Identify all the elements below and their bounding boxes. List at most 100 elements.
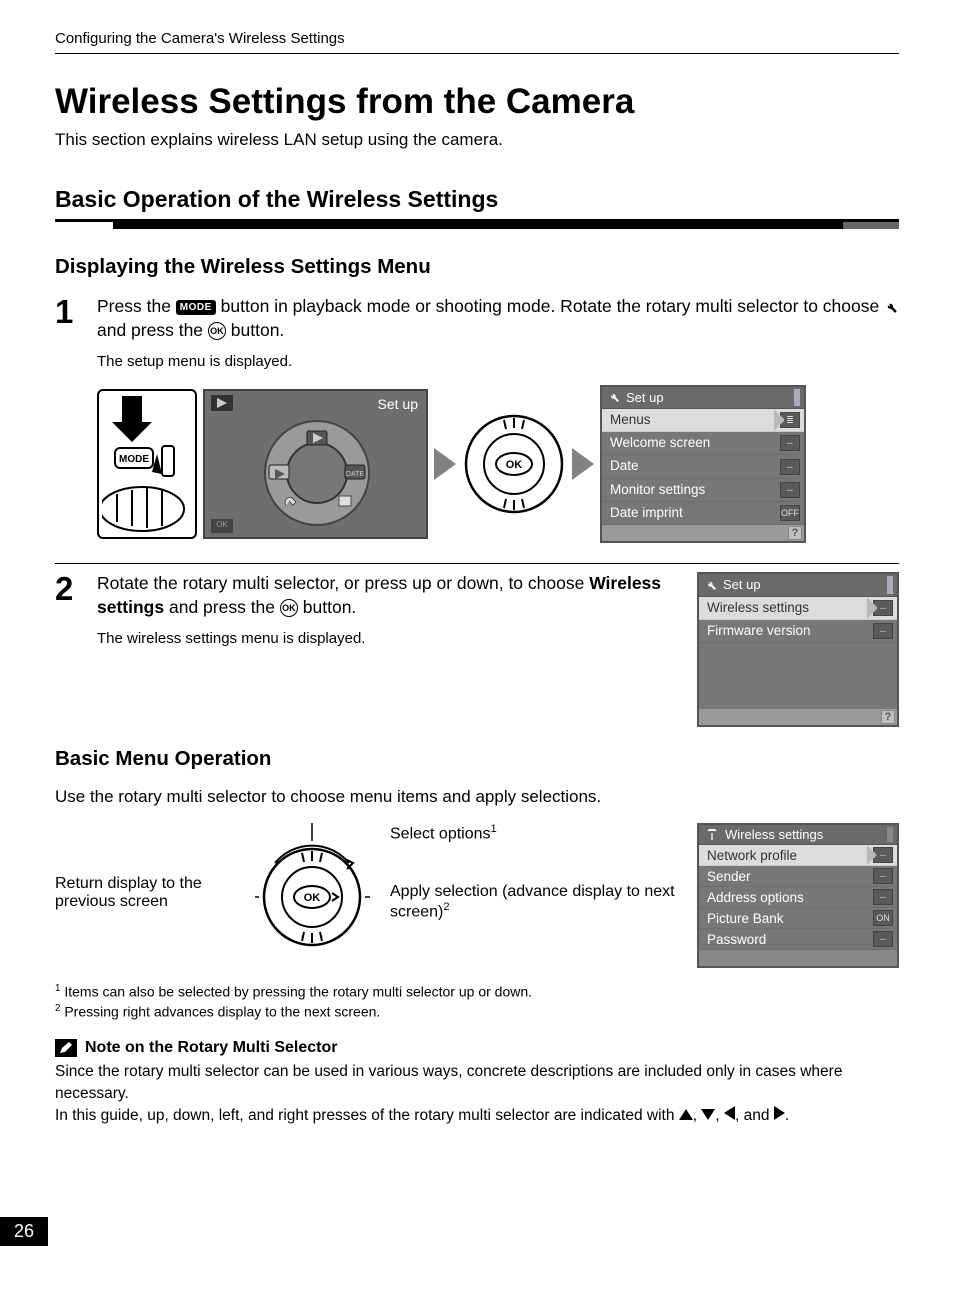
page-number: 26: [0, 1217, 48, 1246]
menu-item-date: Date --: [602, 455, 804, 478]
menu-badge: OFF: [780, 505, 800, 521]
lcd-footer: [699, 950, 897, 966]
lcd-title: Set up: [723, 576, 761, 594]
menu-item-network-profile: Network profile --: [699, 845, 897, 866]
menu-badge: --: [780, 435, 800, 451]
t: , and: [735, 1107, 774, 1124]
antenna-icon: [705, 829, 719, 841]
t: .: [785, 1107, 789, 1124]
menu-item-password: Password --: [699, 929, 897, 950]
arrow-right-icon: [572, 448, 594, 480]
camera-mode-illustration: MODE: [97, 389, 197, 539]
lcd-title-bar: Set up: [699, 574, 897, 597]
menu-label: Date: [610, 457, 639, 475]
footnote-mark: 2: [55, 1003, 60, 1014]
menu-label: Menus: [610, 411, 651, 429]
bmo-label-top: Select options1: [390, 823, 677, 843]
menu-item-picture-bank: Picture Bank ON: [699, 908, 897, 929]
menu-label: Password: [707, 932, 766, 947]
pencil-note-icon: [55, 1039, 77, 1057]
menu-item-firmware: Firmware version --: [699, 620, 897, 643]
bmo-label-left: Return display to the previous screen: [55, 823, 235, 911]
step-number: 1: [55, 295, 97, 551]
step1-text-d: button.: [231, 320, 285, 340]
menu-label: Network profile: [707, 848, 797, 863]
lcd-title-bar: Wireless settings: [699, 825, 897, 845]
rotary-dial-labeled: OK: [255, 823, 370, 953]
lcd-title: Wireless settings: [725, 827, 823, 842]
step-number: 2: [55, 572, 97, 727]
ok-hint-icon: OK: [211, 519, 233, 533]
menu-label: Picture Bank: [707, 911, 784, 926]
menu-item-monitor: Monitor settings--: [602, 479, 804, 502]
menu-label: Welcome screen: [610, 434, 710, 452]
step-1: 1 Press the MODE button in playback mode…: [55, 295, 899, 564]
wrench-icon: [705, 579, 717, 591]
svg-text:OK: OK: [304, 892, 321, 904]
step1-text-a: Press the: [97, 296, 176, 316]
menu-label: Firmware version: [707, 622, 811, 640]
t: ,: [693, 1107, 702, 1124]
step-2: 2 Rotate the rotary multi selector, or p…: [55, 572, 899, 739]
menu-badge: --: [873, 931, 893, 947]
ok-button-icon: OK: [280, 599, 298, 617]
menu-badge: --: [780, 459, 800, 475]
help-icon: ?: [788, 526, 802, 540]
setup-menu-screen: Set up Menus ≣ Welcome screen -- Date -- Mo…: [600, 385, 806, 544]
footnote-mark: 1: [55, 983, 60, 994]
menu-item-date-imprint: Date imprint OFF: [602, 502, 804, 525]
triangle-down-icon: [701, 1109, 715, 1120]
heading-rule: [55, 219, 899, 229]
menu-item-menus: Menus ≣: [602, 409, 804, 432]
subsection-heading-display-menu: Displaying the Wireless Settings Menu: [55, 255, 899, 279]
svg-text:MODE: MODE: [119, 454, 149, 465]
footnotes: 1 Items can also be selected by pressing…: [55, 982, 899, 1021]
page-title: Wireless Settings from the Camera: [55, 82, 899, 122]
note-body: Since the rotary multi selector can be u…: [55, 1061, 899, 1126]
mode-button-icon: MODE: [176, 300, 216, 316]
subsection-heading-basic-menu: Basic Menu Operation: [55, 747, 899, 771]
menu-label: Monitor settings: [610, 481, 705, 499]
menu-label: Sender: [707, 869, 751, 884]
ok-button-icon: OK: [208, 322, 226, 340]
menu-badge: --: [873, 868, 893, 884]
menu-badge: ON: [873, 910, 893, 926]
menu-label: Date imprint: [610, 504, 683, 522]
wrench-icon: [608, 391, 620, 403]
mode-dial-screen: Set up DATE OK: [203, 389, 428, 539]
step2-text-a: Rotate the rotary multi selector, or pre…: [97, 573, 589, 593]
step1-subtext: The setup menu is displayed.: [97, 352, 899, 372]
wrench-icon: [884, 300, 898, 314]
triangle-left-icon: [724, 1106, 735, 1120]
menu-badge: --: [873, 623, 893, 639]
bmo-figure-row: Return display to the previous screen OK…: [55, 823, 899, 968]
menu-item-sender: Sender --: [699, 866, 897, 887]
setup-menu-screen-2: Set up Wireless settings -- Firmware vers…: [697, 572, 899, 727]
note-heading: Note on the Rotary Multi Selector: [55, 1039, 899, 1057]
svg-text:DATE: DATE: [346, 471, 364, 478]
lcd-footer: ?: [602, 525, 804, 541]
rotary-dial-illustration: OK: [462, 412, 566, 516]
note-body-2a: In this guide, up, down, left, and right…: [55, 1107, 679, 1124]
intro-text: This section explains wireless LAN setup…: [55, 130, 899, 150]
step1-text-b: button in playback mode or shooting mode…: [221, 296, 884, 316]
menu-badge: --: [873, 600, 893, 616]
menu-label: Wireless settings: [707, 599, 809, 617]
triangle-right-icon: [774, 1106, 785, 1120]
lcd-title: Set up: [626, 389, 664, 407]
note-head-text: Note on the Rotary Multi Selector: [85, 1039, 337, 1057]
triangle-up-icon: [679, 1109, 693, 1120]
menu-label: Address options: [707, 890, 804, 905]
menu-badge: --: [873, 889, 893, 905]
menu-badge: ≣: [780, 412, 800, 428]
section-heading: Basic Operation of the Wireless Settings: [55, 186, 899, 213]
svg-text:OK: OK: [506, 459, 523, 471]
breadcrumb: Configuring the Camera's Wireless Settin…: [55, 30, 899, 54]
lcd-title-bar: Set up: [602, 387, 804, 410]
step1-text-c: and press the: [97, 320, 208, 340]
menu-badge: --: [873, 847, 893, 863]
bmo-label-right: Apply selection (advance display to next…: [390, 883, 677, 921]
footnote-2: Pressing right advances display to the n…: [64, 1003, 380, 1019]
arrow-right-icon: [434, 448, 456, 480]
step1-figure-row: MODE Set up: [97, 385, 899, 544]
